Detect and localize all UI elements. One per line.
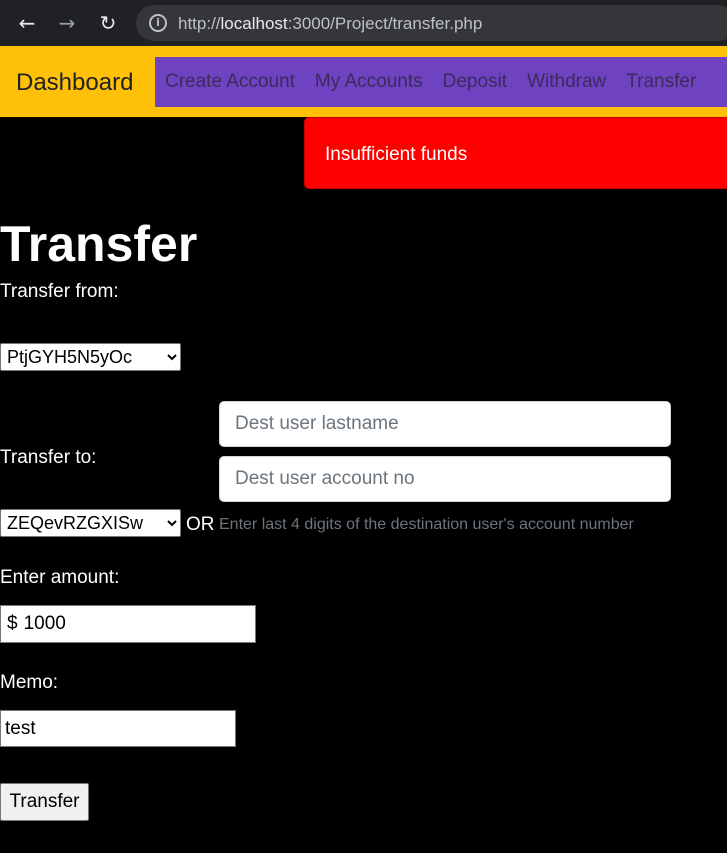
transfer-submit-button[interactable]: Transfer (0, 783, 89, 821)
browser-toolbar: ← → ↻ i http://localhost:3000/Project/tr… (0, 0, 727, 46)
dest-lastname-input[interactable] (219, 401, 671, 447)
top-navbar: Dashboard Create Account My Accounts Dep… (0, 46, 727, 117)
nav-my-accounts[interactable]: My Accounts (305, 71, 433, 93)
destination-account-select[interactable]: ZEQevRZGXISw (0, 509, 181, 537)
forward-arrow-icon[interactable]: → (55, 11, 79, 35)
source-account-select[interactable]: PtjGYH5N5yOc (0, 343, 181, 371)
alert-message: Insufficient funds (325, 144, 468, 165)
memo-input[interactable] (0, 710, 236, 747)
info-icon[interactable]: i (149, 14, 167, 32)
nav-create-account[interactable]: Create Account (155, 71, 305, 93)
account-hint-text: Enter last 4 digits of the destination u… (219, 516, 634, 533)
nav-transfer[interactable]: Transfer (616, 71, 706, 93)
nav-links: Create Account My Accounts Deposit Withd… (155, 57, 727, 107)
transfer-to-label: Transfer to: (0, 447, 97, 468)
address-bar[interactable]: i http://localhost:3000/Project/transfer… (136, 5, 727, 41)
currency-symbol: $ (7, 613, 18, 634)
dest-account-input[interactable] (219, 456, 671, 502)
url-text[interactable]: http://localhost:3000/Project/transfer.p… (178, 14, 482, 34)
error-alert: Insufficient funds (304, 117, 727, 189)
page-title: Transfer (0, 216, 198, 272)
nav-withdraw[interactable]: Withdraw (517, 71, 616, 93)
memo-label: Memo: (0, 672, 59, 693)
transfer-from-label: Transfer from: (0, 281, 119, 302)
back-arrow-icon[interactable]: ← (15, 11, 39, 35)
brand-dashboard-link[interactable]: Dashboard (16, 69, 133, 97)
amount-field: $ (0, 605, 271, 643)
or-label: OR (186, 514, 215, 535)
nav-deposit[interactable]: Deposit (433, 71, 517, 93)
amount-label: Enter amount: (0, 567, 120, 588)
amount-input[interactable] (17, 607, 271, 641)
reload-icon[interactable]: ↻ (96, 11, 120, 35)
